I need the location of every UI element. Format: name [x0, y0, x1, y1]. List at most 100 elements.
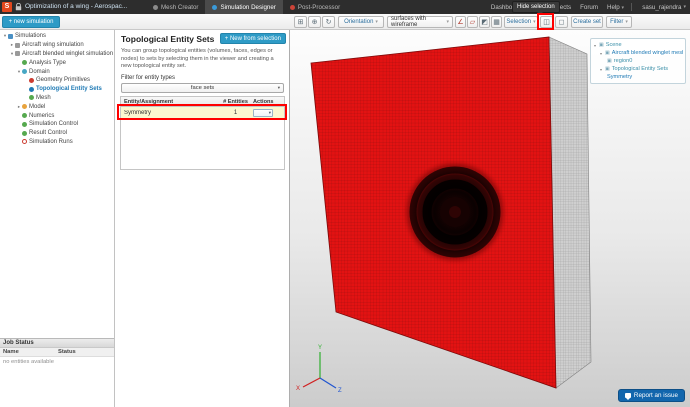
sidebar-item-model[interactable]: ▸ Model	[0, 102, 115, 111]
lock-icon	[15, 3, 22, 11]
orientation-dropdown[interactable]: Orientation ▾	[338, 16, 384, 28]
tab-simulation-designer[interactable]: Simulation Designer	[205, 0, 283, 14]
check-icon	[22, 60, 27, 66]
shaded-view-icon[interactable]: ◩	[479, 16, 490, 28]
user-name: sasu_rajendra	[642, 3, 682, 11]
simulation-designer-icon	[212, 4, 218, 10]
scene-entity-sets-node[interactable]: ▾ ▣ Topological Entity Sets	[593, 65, 683, 73]
clip-plane-icon[interactable]: ▱	[467, 16, 478, 28]
cube-icon: ▣	[599, 42, 604, 48]
post-processor-icon	[289, 4, 295, 10]
cube-icon: ▣	[605, 50, 610, 56]
scene-tree-overlay: ▾ ▣ Scene ▾ ▣ Aircraft blended winglet m…	[590, 38, 686, 84]
folder-icon	[8, 33, 13, 39]
tab-mesh-creator[interactable]: Mesh Creator	[146, 0, 205, 14]
job-status-empty-text: no entities available	[0, 357, 114, 367]
entity-type-filter-select[interactable]: face sets ▾	[121, 83, 284, 93]
sidebar-item-label: Model	[29, 103, 46, 110]
axis-z-label: Z	[338, 388, 342, 394]
sidebar-item-label: Mesh	[36, 94, 51, 101]
sidebar-item-simulation-runs[interactable]: Simulation Runs	[0, 138, 115, 147]
cube-icon: ▣	[607, 58, 612, 64]
entity-count: 1	[233, 109, 238, 116]
sidebar-item-geometry-primitives[interactable]: Geometry Primitives	[0, 76, 115, 85]
filter-dropdown[interactable]: Filter ▾	[606, 16, 632, 28]
cube-icon: ▣	[605, 66, 610, 72]
rotate-view-icon[interactable]: ↻	[322, 16, 335, 28]
tab-label: Post-Processor	[297, 3, 341, 11]
scene-root-node[interactable]: ▾ ▣ Scene	[593, 41, 683, 49]
sidebar-item-analysis-type[interactable]: Analysis Type	[0, 58, 115, 67]
show-selection-icon[interactable]: ◻	[555, 16, 568, 28]
job-status-header: Name Status	[0, 348, 114, 357]
mesh-core-center	[449, 206, 461, 218]
sidebar-item-topological-entity-sets[interactable]: Topological Entity Sets	[0, 85, 115, 94]
mesh-display-icon[interactable]: ▦	[491, 16, 502, 28]
sidebar-item-simulations[interactable]: ▾ Simulations	[0, 32, 115, 41]
caret-down-icon: ▾	[621, 4, 624, 11]
scene-symmetry-node[interactable]: Symmetry	[593, 73, 683, 81]
sidebar-item-numerics[interactable]: Numerics	[0, 111, 115, 120]
render-mode-select[interactable]: surfaces with wireframe ▾	[387, 16, 453, 28]
report-issue-label: Report an issue	[633, 392, 678, 399]
table-row-symmetry[interactable]: Symmetry 1 ▾	[121, 107, 284, 119]
hide-selection-icon[interactable]: ◫	[540, 16, 553, 28]
mesh-icon	[29, 95, 34, 101]
mesh-render[interactable]: Y X Z	[290, 30, 690, 407]
new-from-selection-button[interactable]: + New from selection	[219, 33, 286, 44]
sidebar-item-result-control[interactable]: Result Control	[0, 129, 115, 138]
report-issue-button[interactable]: Report an issue	[617, 389, 685, 402]
job-status-col-status: Status	[58, 349, 76, 355]
caret-down-icon: ▾	[533, 19, 536, 25]
sidebar-item-domain[interactable]: ▾ Domain	[0, 67, 115, 76]
fit-view-icon[interactable]: ⊞	[294, 16, 307, 28]
sidebar-item-aircraft-blended-winglet-simulation[interactable]: ▾ Aircraft blended winglet simulation	[0, 50, 115, 59]
simulation-runs-icon	[22, 139, 27, 145]
caret-down-icon: ▾	[268, 109, 271, 115]
viewport-3d[interactable]: Y X Z ▾ ▣ Scene ▾ ▣ Aircraft blended win…	[290, 30, 690, 407]
sidebar-item-label: Aircraft wing simulation	[22, 42, 84, 49]
sidebar-item-label: Simulation Control	[29, 121, 79, 128]
create-set-button[interactable]: Create set	[571, 16, 603, 28]
new-simulation-button[interactable]: + new simulation	[2, 16, 60, 28]
simulation-icon	[15, 51, 20, 57]
panel-description: You can group topological entities (volu…	[121, 48, 274, 70]
caret-down-icon: ▾	[625, 19, 628, 25]
sidebar-item-aircraft-wing-simulation[interactable]: ▸ Aircraft wing simulation	[0, 41, 115, 50]
sidebar-item-simulation-control[interactable]: Simulation Control	[0, 120, 115, 129]
orientation-label: Orientation	[344, 19, 374, 25]
nav-forum[interactable]: Forum	[580, 4, 598, 11]
caret-down-icon: ▾	[277, 85, 280, 90]
mesh-creator-icon	[153, 4, 158, 10]
sidebar-item-label: Aircraft blended winglet simulation	[22, 50, 114, 57]
tab-post-processor[interactable]: Post-Processor	[283, 0, 347, 14]
filter-label: Filter	[610, 19, 624, 25]
tab-label: Simulation Designer	[220, 3, 276, 11]
app-logo[interactable]: S	[2, 2, 12, 12]
caret-down-icon: ▾	[375, 19, 378, 25]
caret-down-icon: ▾	[446, 19, 449, 25]
entity-sets-table: Entity/Assignment # Entities Actions Sym…	[120, 96, 285, 170]
project-title[interactable]: Optimization of a wing - Aerospac...	[25, 0, 127, 14]
result-control-icon	[22, 130, 27, 136]
user-menu[interactable]: sasu_rajendra ▾	[642, 0, 686, 14]
entity-sets-icon	[29, 86, 34, 92]
row-actions-select[interactable]: ▾	[253, 108, 273, 117]
selection-dropdown[interactable]: Selection ▾	[504, 16, 538, 28]
scene-region-node[interactable]: ▣ region0	[593, 57, 683, 65]
render-mode-value: surfaces with wireframe	[391, 16, 427, 28]
workbench-tabs: Mesh Creator Simulation Designer Post-Pr…	[146, 0, 347, 14]
simulation-control-icon	[22, 121, 27, 127]
scene-mesh-node[interactable]: ▾ ▣ Aircraft blended winglet mesh	[593, 49, 683, 57]
zoom-icon[interactable]: ⊕	[308, 16, 321, 28]
simulation-tree-sidebar: ▾ Simulations ▸ Aircraft wing simulation…	[0, 30, 115, 407]
job-status-col-name: Name	[3, 349, 19, 355]
sidebar-item-label: Simulation Runs	[29, 138, 73, 145]
sidebar-item-mesh[interactable]: Mesh	[0, 94, 115, 103]
sidebar-item-label: Geometry Primitives	[36, 77, 91, 84]
sidebar-item-label: Simulations	[15, 33, 47, 40]
column-actions: Actions	[253, 98, 274, 105]
nav-help[interactable]: Help ▾	[607, 4, 624, 11]
model-icon	[22, 104, 27, 110]
measure-icon[interactable]: ∠	[455, 16, 466, 28]
